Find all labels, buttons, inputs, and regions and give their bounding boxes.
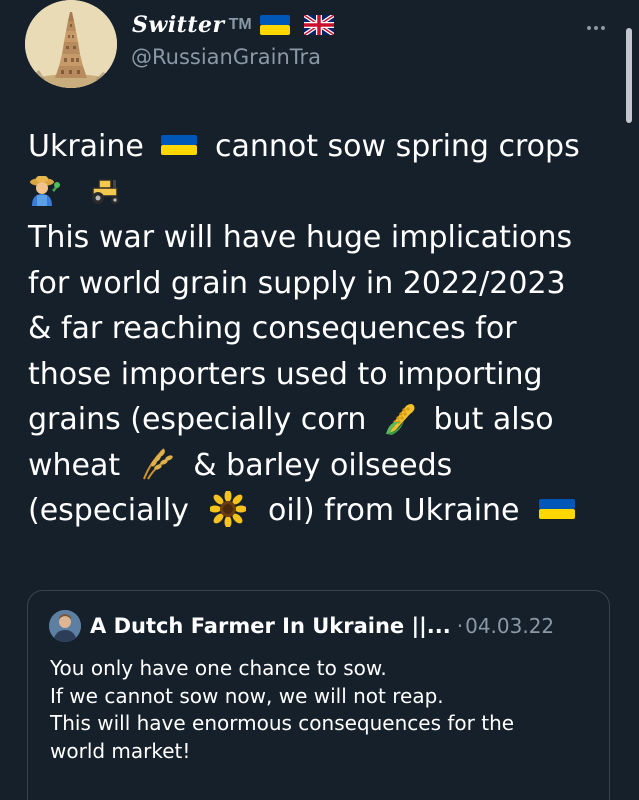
trademark-mark: TM	[228, 16, 252, 33]
wheat-icon	[142, 448, 173, 480]
tweet-text-segment: wheat	[28, 447, 121, 483]
tractor-icon	[91, 179, 119, 204]
quoted-tweet-card[interactable]: A Dutch Farmer In Ukraine ||... · 04.03.…	[27, 590, 610, 800]
quoted-separator: ·	[456, 614, 464, 638]
tweet-text-segment: cannot sow spring crops	[214, 129, 580, 164]
more-options-button[interactable]	[580, 16, 612, 40]
tweet-line: grains (especially corn but also	[28, 397, 618, 443]
tweet-text-segment: oil) from Ukraine	[268, 493, 520, 528]
sunflower-icon	[210, 490, 247, 527]
tweet-line: for world grain supply in 2022/2023	[28, 265, 566, 301]
quoted-line: world market!	[50, 738, 191, 763]
person-icon	[49, 610, 81, 642]
quoted-author-avatar[interactable]	[49, 610, 81, 642]
display-name-row: Switter TM	[132, 12, 334, 38]
profile-avatar[interactable]	[25, 0, 117, 88]
scrollbar[interactable]	[626, 28, 632, 123]
corn-icon	[385, 403, 415, 435]
tweet-line	[28, 170, 618, 216]
tweet-text-segment: grains (especially corn	[28, 402, 367, 437]
more-dot-icon	[601, 26, 605, 30]
tweet-page: Switter TM @RussianGrainTra Ukraine cann…	[0, 0, 639, 800]
tower-of-babel-icon	[25, 0, 117, 88]
quoted-line: You only have one chance to sow.	[50, 656, 387, 680]
more-dot-icon	[594, 26, 598, 30]
flag-uk-icon	[303, 15, 334, 35]
tweet-line: (especially oil) from Ukraine	[28, 488, 618, 534]
tweet-line: wheat & barley oilseeds	[28, 443, 618, 489]
flag-ukraine-icon	[161, 134, 198, 155]
farmer-icon	[30, 176, 60, 206]
quoted-line: If we cannot sow now, we will not reap.	[50, 683, 444, 708]
tweet-text-segment: but also	[433, 402, 554, 437]
more-dot-icon	[587, 26, 591, 30]
user-handle[interactable]: @RussianGrainTra	[131, 45, 321, 69]
display-name[interactable]: Switter	[132, 12, 225, 38]
tweet-text-segment: (especially	[28, 493, 189, 528]
tweet-text: Ukraine cannot sow spring crops This war…	[28, 124, 618, 534]
tweet-text-segment: & barley oilseeds	[193, 447, 453, 483]
quoted-tweet-text: You only have one chance to sow. If we c…	[50, 655, 590, 765]
flag-ukraine-icon	[539, 498, 576, 519]
flag-ukraine-icon	[259, 15, 290, 35]
tweet-line: those importers used to importing	[28, 356, 543, 392]
tweet-line: Ukraine cannot sow spring crops	[28, 124, 618, 170]
quoted-line: This will have enormous consequences for…	[50, 711, 515, 735]
quoted-date[interactable]: 04.03.22	[465, 614, 554, 638]
tweet-text-segment: Ukraine	[28, 129, 144, 164]
quoted-tweet-header: A Dutch Farmer In Ukraine ||... · 04.03.…	[49, 610, 554, 642]
tweet-line: This war will have huge implications	[28, 220, 573, 255]
tweet-line: & far reaching consequences for	[28, 311, 517, 346]
quoted-author-name[interactable]: A Dutch Farmer In Ukraine ||...	[90, 614, 451, 638]
